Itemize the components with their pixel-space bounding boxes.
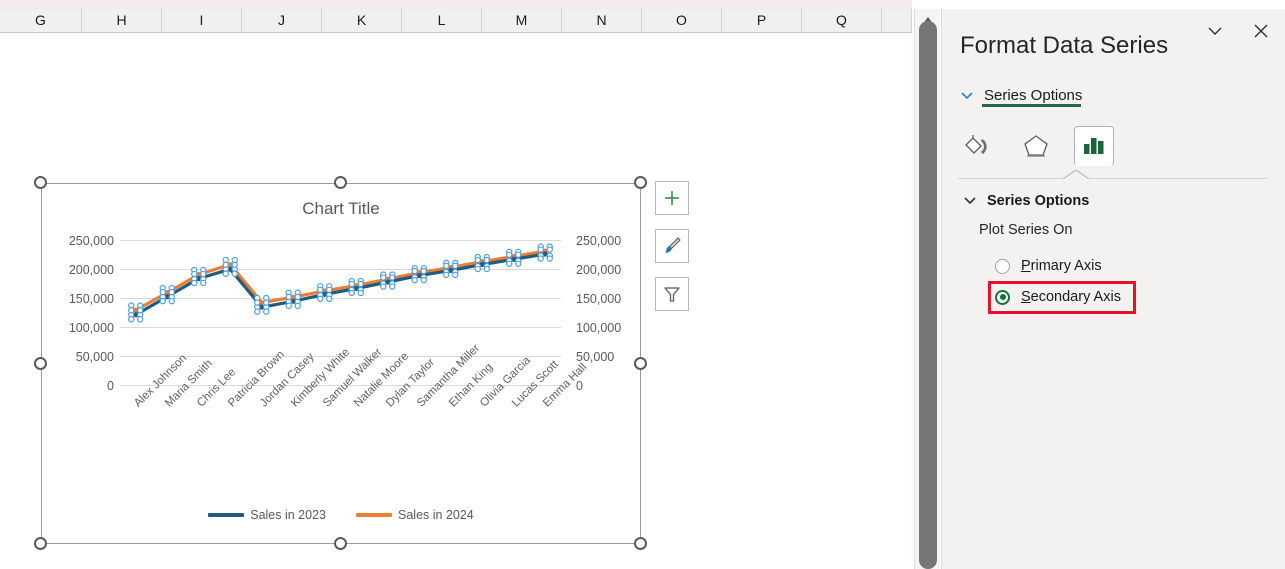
primary-axis-tick-100000: 100,000	[68, 321, 114, 335]
close-icon	[1254, 24, 1268, 38]
radio-secondary-axis-label: Secondary Axis	[1021, 289, 1121, 305]
column-header-o[interactable]: O	[642, 9, 722, 32]
plus-icon	[665, 191, 679, 205]
pentagon-icon	[1024, 135, 1048, 157]
secondary-axis-tick-250000: 250,000	[576, 234, 622, 248]
chart-handle-middle-right[interactable]	[634, 357, 647, 370]
chart-handle-bottom-center[interactable]	[334, 537, 347, 550]
series-options-tab[interactable]	[1074, 126, 1114, 166]
pane-nav-series-options[interactable]: Series Options	[960, 87, 1082, 104]
secondary-axis-tick-0: 0	[576, 379, 583, 393]
legend-swatch-2024	[356, 513, 392, 517]
excel-chart-format-screen: G H I J K L M N O P Q Chart Title 250,00…	[0, 0, 1285, 569]
category-axis-labels[interactable]: Alex Johnson Maria Smith Chris Lee Patricia…	[101, 342, 621, 485]
vertical-scrollbar[interactable]	[914, 9, 940, 569]
series-options-section-header[interactable]: Series Options	[963, 193, 1089, 209]
column-header-l[interactable]: L	[402, 9, 482, 32]
scrollbar-thumb[interactable]	[919, 21, 937, 569]
fill-and-line-tab[interactable]	[958, 126, 998, 166]
selected-tab-notch	[1063, 170, 1089, 179]
chart-handle-middle-left[interactable]	[34, 357, 47, 370]
paintbrush-icon	[665, 237, 681, 254]
column-header-i[interactable]: I	[162, 9, 242, 32]
primary-axis-rest: rimary Axis	[1030, 258, 1102, 274]
chevron-down-icon	[961, 91, 973, 99]
ribbon-edge-strip	[0, 0, 912, 9]
column-header-p[interactable]: P	[722, 9, 802, 32]
legend-label-2024: Sales in 2024	[398, 508, 474, 522]
series-options-section-title: Series Options	[987, 193, 1090, 209]
secondary-axis-tick-150000: 150,000	[576, 292, 622, 306]
legend-item-sales-2024[interactable]: Sales in 2024	[356, 508, 474, 522]
chart-legend[interactable]: Sales in 2023 Sales in 2024	[41, 508, 641, 522]
chart-handle-top-center[interactable]	[334, 176, 347, 189]
column-header-spacer	[882, 9, 912, 32]
pane-collapse-button[interactable]	[1201, 17, 1229, 45]
chart-handle-bottom-left[interactable]	[34, 537, 47, 550]
pane-title: Format Data Series	[960, 32, 1169, 59]
column-header-row: G H I J K L M N O P Q	[0, 9, 912, 33]
chart-filters-button[interactable]	[655, 277, 689, 311]
chart-handle-top-right[interactable]	[634, 176, 647, 189]
chart-title[interactable]: Chart Title	[41, 199, 641, 219]
radio-primary-axis-button[interactable]	[995, 258, 1010, 274]
chart-handle-top-left[interactable]	[34, 176, 47, 189]
column-header-k[interactable]: K	[322, 9, 402, 32]
effects-tab[interactable]	[1016, 126, 1056, 166]
secondary-axis-tick-100000: 100,000	[576, 321, 622, 335]
primary-axis-tick-0: 0	[107, 379, 114, 393]
primary-axis-tick-50000: 50,000	[75, 350, 114, 364]
column-header-m[interactable]: M	[482, 9, 562, 32]
chart-elements-button[interactable]	[655, 181, 689, 215]
column-header-g[interactable]: G	[0, 9, 82, 32]
accel-p: P	[1021, 258, 1031, 274]
secondary-axis-rest: econdary Axis	[1030, 289, 1121, 305]
primary-axis-tick-200000: 200,000	[68, 263, 114, 277]
chart-handle-bottom-right[interactable]	[634, 537, 647, 550]
column-header-q[interactable]: Q	[802, 9, 882, 32]
pane-close-button[interactable]	[1247, 17, 1275, 45]
chart-object[interactable]: Chart Title 250,000 200,000 150,000 100,…	[34, 176, 647, 550]
pane-nav-active-underline	[982, 104, 1081, 107]
bar-chart-icon	[1084, 138, 1104, 154]
radio-primary-axis-label: Primary Axis	[1021, 258, 1102, 274]
secondary-axis-tick-200000: 200,000	[576, 263, 622, 277]
pane-tab-separator	[958, 178, 1268, 179]
primary-axis-tick-250000: 250,000	[68, 234, 114, 248]
chart-side-buttons	[655, 181, 689, 325]
legend-swatch-2023	[208, 513, 245, 517]
funnel-icon	[664, 287, 680, 302]
column-header-n[interactable]: N	[562, 9, 642, 32]
pane-tab-icons	[958, 126, 1114, 166]
pane-header-buttons	[1201, 17, 1275, 45]
pane-nav-label: Series Options	[984, 87, 1083, 104]
plot-series-on-label: Plot Series On	[979, 222, 1073, 238]
primary-axis-tick-150000: 150,000	[68, 292, 114, 306]
chevron-down-icon	[1208, 27, 1222, 35]
paint-bucket-icon	[965, 135, 987, 154]
chevron-down-icon	[964, 197, 976, 205]
radio-primary-axis[interactable]: Primary Axis	[995, 258, 1102, 274]
column-header-h[interactable]: H	[82, 9, 162, 32]
column-header-j[interactable]: J	[242, 9, 322, 32]
chart-styles-button[interactable]	[655, 229, 689, 263]
accel-s: S	[1021, 289, 1031, 305]
legend-item-sales-2023[interactable]: Sales in 2023	[208, 508, 326, 522]
radio-secondary-axis[interactable]: Secondary Axis	[995, 289, 1121, 305]
radio-secondary-axis-button[interactable]	[995, 289, 1010, 305]
legend-label-2023: Sales in 2023	[250, 508, 326, 522]
